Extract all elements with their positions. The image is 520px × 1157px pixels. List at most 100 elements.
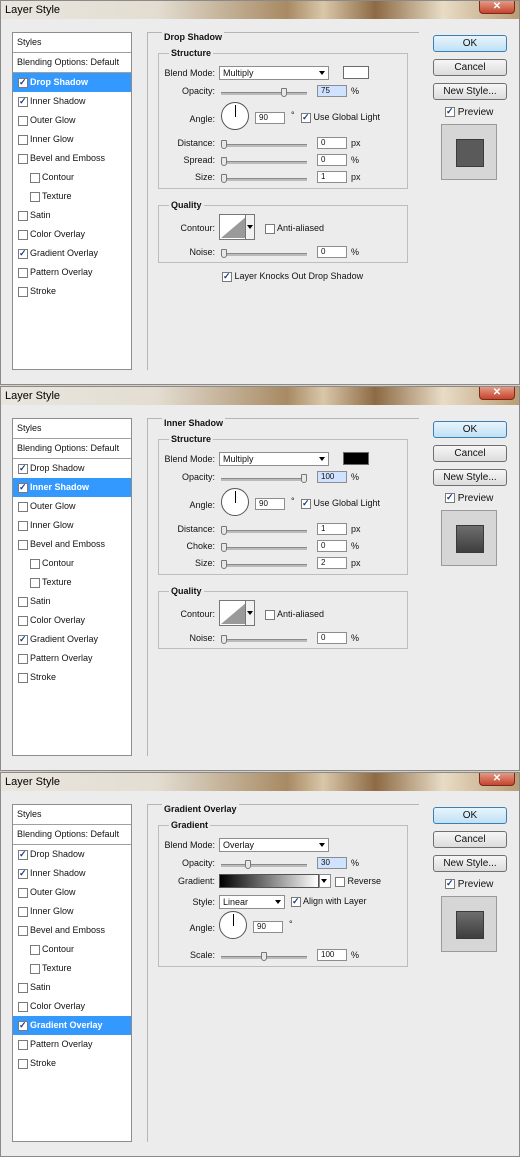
- opacity-slider-thumb[interactable]: [301, 474, 307, 483]
- noise-slider[interactable]: [221, 635, 307, 644]
- new-style-button[interactable]: New Style...: [433, 469, 507, 486]
- preview-checkbox[interactable]: Preview: [445, 877, 493, 890]
- contour-picker[interactable]: [219, 600, 255, 626]
- styles-header[interactable]: Styles: [13, 805, 131, 825]
- style-item[interactable]: Contour: [13, 168, 131, 187]
- checkbox-icon[interactable]: [18, 1040, 28, 1050]
- styles-header[interactable]: Styles: [13, 419, 131, 439]
- angle-input[interactable]: 90: [255, 112, 285, 124]
- checkbox-icon[interactable]: [18, 867, 28, 879]
- chevron-down-icon[interactable]: [245, 215, 254, 239]
- checkbox-icon[interactable]: [18, 76, 28, 88]
- angle-dial[interactable]: [221, 488, 249, 516]
- cancel-button[interactable]: Cancel: [433, 59, 507, 76]
- checkbox-icon[interactable]: [18, 230, 28, 240]
- angle-dial[interactable]: [219, 911, 247, 939]
- style-item[interactable]: Color Overlay: [13, 225, 131, 244]
- checkbox-icon[interactable]: [18, 673, 28, 683]
- checkbox-icon[interactable]: [18, 597, 28, 607]
- style-item[interactable]: Satin: [13, 206, 131, 225]
- shadow-color-swatch[interactable]: [343, 66, 369, 79]
- contour-picker[interactable]: [219, 214, 255, 240]
- checkbox-icon[interactable]: [18, 1059, 28, 1069]
- styles-header[interactable]: Styles: [13, 33, 131, 53]
- shadow-color-swatch[interactable]: [343, 452, 369, 465]
- style-item[interactable]: Outer Glow: [13, 111, 131, 130]
- style-item[interactable]: Inner Shadow: [13, 864, 131, 883]
- new-style-button[interactable]: New Style...: [433, 83, 507, 100]
- style-item[interactable]: Contour: [13, 940, 131, 959]
- choke-slider-thumb[interactable]: [221, 543, 227, 552]
- spread-slider-thumb[interactable]: [221, 157, 227, 166]
- opacity-input[interactable]: 30: [317, 857, 347, 869]
- checkbox-icon[interactable]: [18, 848, 28, 860]
- checkbox-icon[interactable]: [18, 521, 28, 531]
- checkbox-icon[interactable]: [18, 926, 28, 936]
- style-item[interactable]: Color Overlay: [13, 611, 131, 630]
- checkbox-icon[interactable]: [18, 481, 28, 493]
- checkbox-icon[interactable]: [18, 268, 28, 278]
- noise-input[interactable]: 0: [317, 246, 347, 258]
- style-item[interactable]: Outer Glow: [13, 497, 131, 516]
- opacity-slider-thumb[interactable]: [245, 860, 251, 869]
- opacity-slider-thumb[interactable]: [281, 88, 287, 97]
- style-item[interactable]: Pattern Overlay: [13, 649, 131, 668]
- anti-aliased-checkbox[interactable]: Anti-aliased: [265, 223, 324, 234]
- style-item[interactable]: Inner Shadow: [13, 92, 131, 111]
- angle-input[interactable]: 90: [255, 498, 285, 510]
- choke-input[interactable]: 0: [317, 540, 347, 552]
- size-slider-thumb[interactable]: [221, 560, 227, 569]
- checkbox-icon[interactable]: [30, 192, 40, 202]
- style-item[interactable]: Bevel and Emboss: [13, 921, 131, 940]
- style-item[interactable]: Pattern Overlay: [13, 263, 131, 282]
- blending-options-item[interactable]: Blending Options: Default: [13, 53, 131, 73]
- noise-input[interactable]: 0: [317, 632, 347, 644]
- global-light-checkbox[interactable]: Use Global Light: [301, 497, 380, 509]
- distance-slider[interactable]: [221, 140, 307, 149]
- checkbox-icon[interactable]: [18, 907, 28, 917]
- checkbox-icon[interactable]: [18, 462, 28, 474]
- style-item[interactable]: Pattern Overlay: [13, 1035, 131, 1054]
- checkbox-icon[interactable]: [18, 540, 28, 550]
- style-item[interactable]: Gradient Overlay: [13, 1016, 131, 1035]
- checkbox-icon[interactable]: [18, 95, 28, 107]
- checkbox-icon[interactable]: [18, 616, 28, 626]
- style-item[interactable]: Texture: [13, 187, 131, 206]
- spread-slider[interactable]: [221, 157, 307, 166]
- checkbox-icon[interactable]: [18, 247, 28, 259]
- blending-options-item[interactable]: Blending Options: Default: [13, 439, 131, 459]
- style-item[interactable]: Color Overlay: [13, 997, 131, 1016]
- ok-button[interactable]: OK: [433, 421, 507, 438]
- cancel-button[interactable]: Cancel: [433, 445, 507, 462]
- style-item[interactable]: Inner Shadow: [13, 478, 131, 497]
- style-item[interactable]: Drop Shadow: [13, 459, 131, 478]
- style-select[interactable]: Linear: [219, 895, 285, 909]
- checkbox-icon[interactable]: [30, 173, 40, 183]
- checkbox-icon[interactable]: [18, 1019, 28, 1031]
- global-light-checkbox[interactable]: Use Global Light: [301, 111, 380, 123]
- noise-slider-thumb[interactable]: [221, 249, 227, 258]
- new-style-button[interactable]: New Style...: [433, 855, 507, 872]
- spread-input[interactable]: 0: [317, 154, 347, 166]
- size-slider-thumb[interactable]: [221, 174, 227, 183]
- chevron-down-icon[interactable]: [245, 601, 254, 625]
- distance-slider-thumb[interactable]: [221, 526, 227, 535]
- checkbox-icon[interactable]: [30, 964, 40, 974]
- checkbox-icon[interactable]: [18, 502, 28, 512]
- align-with-layer-checkbox[interactable]: Align with Layer: [291, 895, 367, 907]
- style-item[interactable]: Stroke: [13, 282, 131, 301]
- gradient-picker[interactable]: [219, 874, 319, 888]
- noise-slider[interactable]: [221, 249, 307, 258]
- anti-aliased-checkbox[interactable]: Anti-aliased: [265, 609, 324, 620]
- close-icon[interactable]: ✕: [479, 1, 515, 14]
- style-item[interactable]: Texture: [13, 959, 131, 978]
- layer-knocks-out-checkbox[interactable]: Layer Knocks Out Drop Shadow: [222, 270, 363, 282]
- style-item[interactable]: Satin: [13, 592, 131, 611]
- size-slider[interactable]: [221, 174, 307, 183]
- checkbox-icon[interactable]: [18, 1002, 28, 1012]
- style-item[interactable]: Inner Glow: [13, 130, 131, 149]
- style-item[interactable]: Drop Shadow: [13, 73, 131, 92]
- angle-input[interactable]: 90: [253, 921, 283, 933]
- preview-checkbox[interactable]: Preview: [445, 491, 493, 504]
- size-input[interactable]: 1: [317, 171, 347, 183]
